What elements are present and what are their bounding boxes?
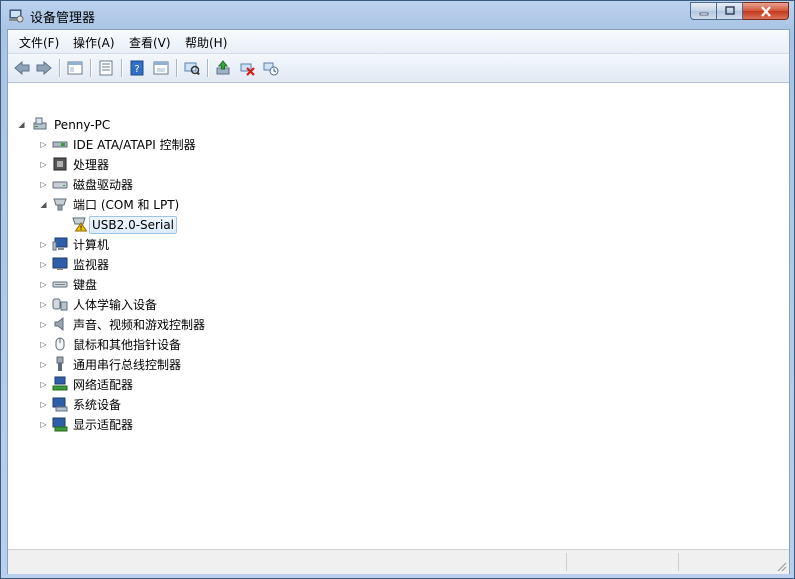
device-manager-icon bbox=[9, 9, 24, 23]
properties-button[interactable] bbox=[96, 58, 116, 78]
disk-drive-icon bbox=[52, 181, 68, 189]
tree-item-display-adapters[interactable]: 显示适配器 bbox=[73, 417, 133, 433]
tree-item-processors[interactable]: 处理器 bbox=[73, 157, 109, 173]
display-adapter-icon bbox=[52, 417, 68, 432]
status-bar bbox=[8, 549, 789, 574]
minimize-button[interactable] bbox=[690, 2, 717, 20]
close-button[interactable] bbox=[743, 2, 789, 20]
title-bar[interactable]: 设备管理器 bbox=[1, 1, 794, 29]
status-divider bbox=[678, 553, 680, 571]
toolbar: ? bbox=[8, 54, 789, 83]
tree-item-computer[interactable]: 计算机 bbox=[73, 237, 109, 253]
help-icon: ? bbox=[130, 60, 144, 76]
expand-arrow-icon[interactable]: ▷ bbox=[39, 320, 48, 329]
expand-arrow-icon[interactable]: ▷ bbox=[39, 300, 48, 309]
expand-arrow-icon[interactable]: ▷ bbox=[39, 180, 48, 189]
tree-item-ide-controllers[interactable]: IDE ATA/ATAPI 控制器 bbox=[73, 137, 196, 153]
toolbar-separator bbox=[176, 59, 178, 77]
refresh-view-icon bbox=[153, 61, 169, 75]
tree-item-usb-controllers[interactable]: 通用串行总线控制器 bbox=[73, 357, 181, 373]
ide-controller-icon bbox=[52, 141, 68, 148]
uninstall-device-icon bbox=[263, 62, 279, 76]
tree-item-mice[interactable]: 鼠标和其他指针设备 bbox=[73, 337, 181, 353]
window-title: 设备管理器 bbox=[30, 11, 96, 26]
update-driver-button[interactable] bbox=[213, 58, 233, 78]
back-button[interactable] bbox=[12, 58, 32, 78]
port-icon bbox=[53, 198, 67, 211]
svg-text:?: ? bbox=[134, 64, 139, 75]
expand-arrow-icon[interactable]: ▷ bbox=[39, 240, 48, 249]
maximize-icon bbox=[724, 6, 735, 15]
hid-icon bbox=[52, 298, 68, 311]
scan-hardware-icon bbox=[184, 62, 200, 76]
close-icon bbox=[760, 5, 771, 17]
expand-arrow-icon[interactable]: ▷ bbox=[39, 280, 48, 289]
expand-arrow-icon[interactable]: ▷ bbox=[39, 380, 48, 389]
update-driver-icon bbox=[216, 60, 230, 75]
tree-root-label[interactable]: Penny-PC bbox=[54, 117, 110, 133]
processor-icon bbox=[53, 157, 67, 171]
help-button[interactable]: ? bbox=[127, 58, 147, 78]
tree-item-hid[interactable]: 人体学输入设备 bbox=[73, 297, 157, 313]
minimize-icon bbox=[699, 12, 708, 16]
monitor-icon bbox=[52, 257, 68, 270]
expand-arrow-icon[interactable]: ▷ bbox=[39, 360, 48, 369]
show-hide-tree-button[interactable] bbox=[65, 58, 85, 78]
disable-device-button[interactable] bbox=[237, 58, 257, 78]
expand-arrow-icon[interactable]: ▷ bbox=[39, 260, 48, 269]
menu-view[interactable]: 查看(V) bbox=[129, 34, 171, 51]
warning-port-icon bbox=[72, 217, 88, 232]
properties-icon bbox=[99, 60, 113, 76]
expand-arrow-icon[interactable]: ▷ bbox=[39, 140, 48, 149]
expand-arrow-icon[interactable]: ▷ bbox=[39, 340, 48, 349]
device-tree[interactable]: ◢ Penny-PC ▷ IDE ATA/ATAPI 控制器 ▷ 处理器 ▷ 磁… bbox=[8, 83, 789, 549]
tree-item-monitors[interactable]: 监视器 bbox=[73, 257, 109, 273]
tree-item-system-devices[interactable]: 系统设备 bbox=[73, 397, 121, 413]
menu-file[interactable]: 文件(F) bbox=[19, 34, 59, 51]
system-device-icon bbox=[52, 397, 68, 412]
tree-item-sound[interactable]: 声音、视频和游戏控制器 bbox=[73, 317, 205, 333]
usb-icon bbox=[56, 356, 64, 371]
scan-hardware-button[interactable] bbox=[182, 58, 202, 78]
forward-button[interactable] bbox=[34, 58, 54, 78]
collapse-arrow-icon[interactable]: ◢ bbox=[17, 120, 26, 129]
tree-item-network-adapters[interactable]: 网络适配器 bbox=[73, 377, 133, 393]
tree-item-usb-serial[interactable]: USB2.0-Serial bbox=[89, 216, 178, 234]
keyboard-icon bbox=[52, 281, 68, 288]
tree-view-icon bbox=[67, 61, 83, 75]
toolbar-separator bbox=[90, 59, 92, 77]
tree-item-disk-drives[interactable]: 磁盘驱动器 bbox=[73, 177, 133, 193]
device-manager-window: 设备管理器 文件(F) 操作(A) 查看(V) 帮助(H) ? ◢ Penny-… bbox=[0, 0, 795, 579]
computer-icon bbox=[33, 117, 47, 130]
menu-action[interactable]: 操作(A) bbox=[73, 34, 115, 51]
uninstall-device-button[interactable] bbox=[261, 58, 281, 78]
expand-arrow-icon[interactable]: ▷ bbox=[39, 160, 48, 169]
maximize-button[interactable] bbox=[717, 2, 743, 20]
tree-item-keyboards[interactable]: 键盘 bbox=[73, 277, 97, 293]
toolbar-separator bbox=[59, 59, 61, 77]
mouse-icon bbox=[55, 337, 65, 351]
computer-icon bbox=[52, 237, 68, 251]
window-controls bbox=[690, 2, 789, 21]
disable-device-icon bbox=[240, 63, 255, 76]
refresh-view-button[interactable] bbox=[151, 58, 171, 78]
toolbar-separator bbox=[207, 59, 209, 77]
speaker-icon bbox=[54, 316, 64, 332]
back-icon bbox=[14, 60, 30, 76]
expand-arrow-icon[interactable]: ▷ bbox=[39, 400, 48, 409]
network-adapter-icon bbox=[52, 376, 68, 391]
forward-icon bbox=[36, 60, 52, 76]
menu-help[interactable]: 帮助(H) bbox=[185, 34, 227, 51]
tree-item-ports[interactable]: 端口 (COM 和 LPT) bbox=[73, 197, 179, 213]
menu-bar: 文件(F) 操作(A) 查看(V) 帮助(H) bbox=[8, 30, 789, 54]
toolbar-separator bbox=[121, 59, 123, 77]
expand-arrow-icon[interactable]: ▷ bbox=[39, 420, 48, 429]
client-area: 文件(F) 操作(A) 查看(V) 帮助(H) ? ◢ Penny-PC ▷ I… bbox=[7, 29, 790, 574]
collapse-arrow-icon[interactable]: ◢ bbox=[39, 200, 48, 209]
status-divider bbox=[566, 553, 568, 571]
resize-grip-icon[interactable] bbox=[775, 560, 787, 572]
